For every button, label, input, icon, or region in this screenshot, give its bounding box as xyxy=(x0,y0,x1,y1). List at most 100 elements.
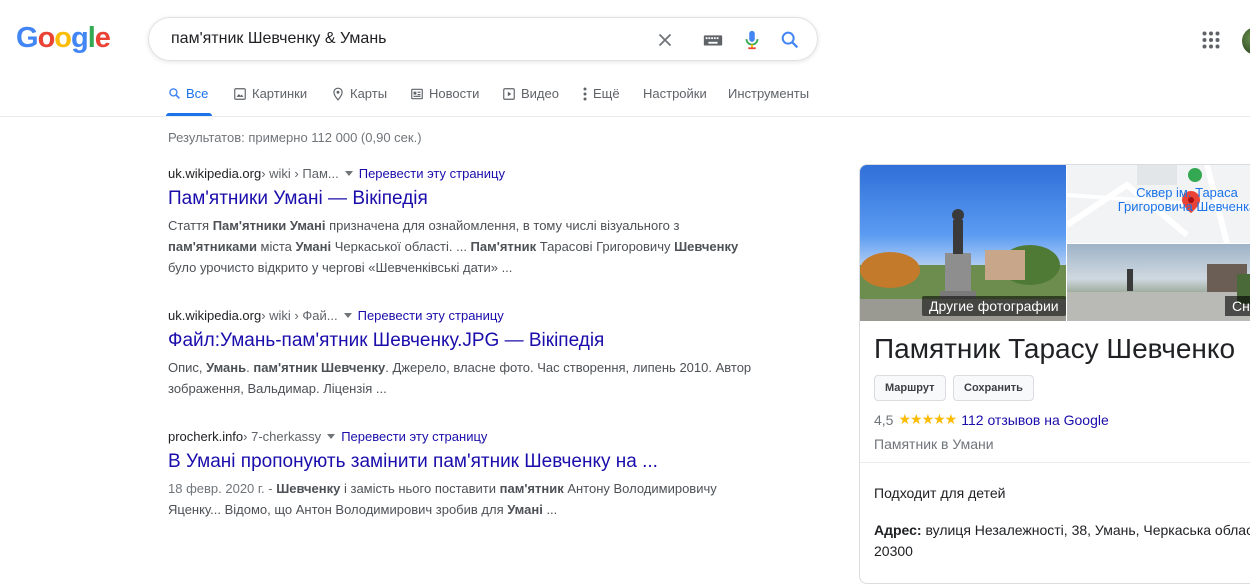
snippet-text: міста xyxy=(256,239,296,254)
tab-label: Карты xyxy=(350,86,388,101)
search-icon[interactable] xyxy=(779,29,801,51)
tab-more[interactable]: Ещё xyxy=(582,86,620,101)
translate-link[interactable]: Перевести эту страницу xyxy=(344,166,505,181)
avatar[interactable] xyxy=(1242,27,1250,55)
search-icon xyxy=(169,88,180,99)
snippet-highlight: пам'ятниками xyxy=(168,239,257,254)
tab-label: Настройки xyxy=(643,86,707,101)
snippet-highlight: Умані xyxy=(507,502,543,517)
result-domain: uk.wikipedia.org xyxy=(168,166,262,181)
tabs-divider xyxy=(0,116,1250,117)
address-label: Адрес: xyxy=(874,522,922,538)
snippet-text: Опис, xyxy=(168,360,207,375)
kids-friendly: Подходит для детей xyxy=(874,485,1006,501)
logo-letter: g xyxy=(71,22,89,54)
tab-settings[interactable]: Настройки xyxy=(643,86,707,101)
close-icon[interactable] xyxy=(654,29,676,51)
monument-photo[interactable]: Другие фотографии xyxy=(860,165,1066,321)
logo-letter: e xyxy=(94,22,111,54)
result-cite[interactable]: uk.wikipedia.org › wiki › Фай... Перевес… xyxy=(168,308,768,323)
map-label: Сквер ім. Тараса xyxy=(1136,185,1238,200)
result-domain: procherk.info xyxy=(168,429,244,444)
tab-label: Картинки xyxy=(252,86,308,101)
result-title[interactable]: Файл:Умань-пам'ятник Шевченку.JPG — Вікі… xyxy=(168,329,768,353)
search-input[interactable] xyxy=(169,29,643,49)
result-snippet: Стаття Пам'ятники Умані призначена для о… xyxy=(168,215,768,278)
keyboard-icon[interactable] xyxy=(702,29,724,51)
address-value: вулиця Незалежності, 38, Умань, Черкаськ… xyxy=(874,522,1250,559)
panel-divider xyxy=(860,462,1250,463)
tab-news[interactable]: Новости xyxy=(410,86,479,101)
tab-tools[interactable]: Инструменты xyxy=(728,86,809,101)
result-path: › wiki › Пам... xyxy=(261,166,339,181)
result-domain: uk.wikipedia.org xyxy=(168,308,262,323)
result-snippet: 18 февр. 2020 г. - Шевченку і замість нь… xyxy=(168,478,768,520)
translate-link[interactable]: Перевести эту страницу xyxy=(343,308,504,323)
video-icon xyxy=(503,87,515,100)
result-title[interactable]: Пам'ятники Умані — Вікіпедія xyxy=(168,187,768,211)
results-stats: Результатов: примерно 112 000 (0,90 сек.… xyxy=(168,130,422,145)
result-path: › wiki › Фай... xyxy=(261,308,338,323)
street-view-label[interactable]: Сн xyxy=(1225,296,1250,316)
snippet-highlight: Пам'ятник xyxy=(470,239,537,254)
save-button[interactable]: Сохранить xyxy=(953,375,1034,401)
dropdown-arrow-icon[interactable] xyxy=(327,434,336,439)
route-button[interactable]: Маршрут xyxy=(874,375,946,401)
apps-icon[interactable] xyxy=(1202,31,1220,49)
more-photos-button[interactable]: Другие фотографии xyxy=(922,296,1066,316)
address: Адрес: вулиця Незалежності, 38, Умань, Ч… xyxy=(874,520,1250,562)
search-box[interactable] xyxy=(148,17,818,61)
google-logo[interactable]: Google xyxy=(16,22,111,55)
star-rating-icon: ★★★★★ xyxy=(898,411,957,427)
result-snippet: Опис, Умань. пам'ятник Шевченку. Джерело… xyxy=(168,357,768,399)
tab-label: Все xyxy=(186,86,209,101)
tab-label: Видео xyxy=(521,86,559,101)
tab-label: Инструменты xyxy=(728,86,810,101)
snippet-highlight: Умані xyxy=(295,239,332,254)
snippet-highlight: Шевченку xyxy=(674,239,739,254)
result-cite[interactable]: uk.wikipedia.org › wiki › Пам... Перевес… xyxy=(168,166,768,181)
tab-maps[interactable]: Карты xyxy=(331,86,387,101)
snippet-text: Черкаської області. ... xyxy=(331,239,471,254)
logo-letter: o xyxy=(54,22,72,54)
logo-letter: o xyxy=(37,22,56,54)
street-illustration xyxy=(1067,264,1250,321)
news-icon xyxy=(411,88,423,99)
snippet-text: 18 февр. 2020 г. - xyxy=(168,481,277,496)
result-title[interactable]: В Умані пропонують замінити пам'ятник Ше… xyxy=(168,450,768,474)
result-cite[interactable]: procherk.info › 7-cherkassy Перевести эт… xyxy=(168,429,768,444)
tab-all[interactable]: Все xyxy=(168,86,208,101)
logo-letter: l xyxy=(87,22,96,54)
snippet-text: призначена для ознайомлення, в тому числ… xyxy=(325,218,680,233)
place-title: Памятник Тарасу Шевченко xyxy=(874,333,1236,364)
street-view-thumbnail[interactable]: Сн xyxy=(1067,244,1250,321)
map-label: Григоровича Шевченка xyxy=(1117,199,1250,214)
tab-images[interactable]: Картинки xyxy=(233,86,307,101)
translate-label: Перевести эту страницу xyxy=(341,429,488,444)
reviews-link[interactable]: 112 отзывов на Google xyxy=(961,412,1109,428)
search-result: uk.wikipedia.org › wiki › Пам... Перевес… xyxy=(168,166,768,278)
rating-row: 4,5 ★★★★★ 112 отзывов на Google xyxy=(874,411,1109,428)
snippet-highlight: Шевченку xyxy=(276,481,341,496)
translate-link[interactable]: Перевести эту страницу xyxy=(327,429,487,444)
map-pin-icon xyxy=(333,87,343,101)
snippet-highlight: пам'ятник xyxy=(499,481,564,496)
snippet-highlight: Умань xyxy=(206,360,247,375)
search-result: uk.wikipedia.org › wiki › Фай... Перевес… xyxy=(168,308,768,399)
rating-value: 4,5 xyxy=(874,411,894,428)
tab-label: Ещё xyxy=(593,86,620,101)
tab-video[interactable]: Видео xyxy=(502,86,559,101)
snippet-text: Тарасові Григоровичу xyxy=(536,239,675,254)
microphone-icon[interactable] xyxy=(741,29,763,51)
search-result: procherk.info › 7-cherkassy Перевести эт… xyxy=(168,429,768,520)
tab-label: Новости xyxy=(429,86,480,101)
snippet-text: ... xyxy=(542,502,558,517)
dropdown-arrow-icon[interactable] xyxy=(344,171,353,176)
map-thumbnail[interactable]: Сквер ім. Тараса Григоровича Шевченка xyxy=(1067,165,1250,243)
snippet-highlight: пам'ятник Шевченку xyxy=(253,360,386,375)
snippet-text: Стаття xyxy=(168,218,213,233)
translate-label: Перевести эту страницу xyxy=(357,308,504,323)
snippet-text: було урочисто відкрито у чергові «Шевчен… xyxy=(168,260,513,275)
dropdown-arrow-icon[interactable] xyxy=(343,313,352,318)
knowledge-panel: Другие фотографии Сквер ім. Тараса Григо… xyxy=(859,164,1250,584)
